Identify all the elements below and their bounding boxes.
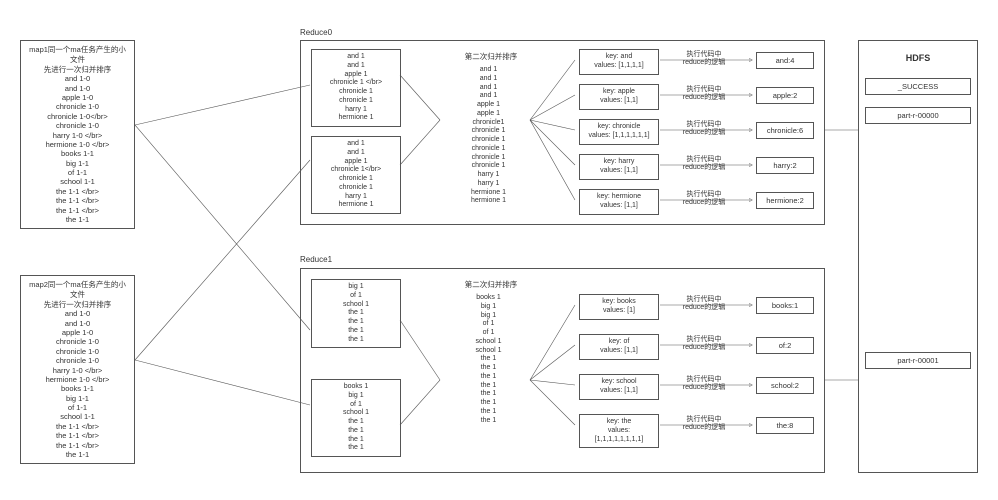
reduce0-merge-title: 第二次归并排序 [451, 51, 531, 62]
kv-box: key: andvalues: [1,1,1,1] [579, 49, 659, 75]
reduce1-label: Reduce1 [300, 255, 332, 264]
reduce1-input2: books 1big 1of 1school 1the 1the 1the 1t… [311, 379, 401, 457]
kv-box: key: harryvalues: [1,1] [579, 154, 659, 180]
reduce0-container: and 1and 1apple 1chronicle 1 </br>chroni… [300, 40, 825, 225]
result-box: books:1 [756, 297, 814, 314]
reduce0-input2: and 1and 1apple 1chronicle 1</br>chronic… [311, 136, 401, 214]
result-box: school:2 [756, 377, 814, 394]
reduce1-merged: books 1big 1big 1of 1of 1school 1school … [446, 291, 531, 428]
result-box: harry:2 [756, 157, 814, 174]
hdfs-title: HDFS [865, 53, 971, 63]
hdfs-success: _SUCCESS [865, 78, 971, 95]
map2-content: and 1-0and 1-0apple 1-0chronicle 1-0chro… [27, 309, 128, 459]
reduce0-input1: and 1and 1apple 1chronicle 1 </br>chroni… [311, 49, 401, 127]
kv-box: key: hermionevalues: [1,1] [579, 189, 659, 215]
hdfs-part0: part-r-00000 [865, 107, 971, 124]
exec-label: 执行代码中 reduce的逻辑 [674, 156, 734, 173]
map1-title: map1同一个ma任务产生的小文件 先进行一次归并排序 [27, 45, 128, 74]
reduce1-merge-title: 第二次归并排序 [451, 279, 531, 290]
result-box: and:4 [756, 52, 814, 69]
hdfs-part1: part-r-00001 [865, 352, 971, 369]
map2-box: map2同一个ma任务产生的小文件 先进行一次归并排序 and 1-0and 1… [20, 275, 135, 464]
map2-title: map2同一个ma任务产生的小文件 先进行一次归并排序 [27, 280, 128, 309]
exec-label: 执行代码中 reduce的逻辑 [674, 376, 734, 393]
reduce0-label: Reduce0 [300, 28, 332, 37]
exec-label: 执行代码中 reduce的逻辑 [674, 86, 734, 103]
result-box: hermione:2 [756, 192, 814, 209]
exec-label: 执行代码中 reduce的逻辑 [674, 191, 734, 208]
exec-label: 执行代码中 reduce的逻辑 [674, 296, 734, 313]
map1-content: and 1-0and 1-0apple 1-0chronicle 1-0chro… [27, 74, 128, 224]
result-box: the:8 [756, 417, 814, 434]
result-box: chronicle:6 [756, 122, 814, 139]
kv-box: key: ofvalues: [1,1] [579, 334, 659, 360]
hdfs-container: HDFS _SUCCESS part-r-00000 part-r-00001 [858, 40, 978, 473]
result-box: of:2 [756, 337, 814, 354]
exec-label: 执行代码中 reduce的逻辑 [674, 336, 734, 353]
exec-label: 执行代码中 reduce的逻辑 [674, 51, 734, 68]
reduce1-input1: big 1of 1school 1the 1the 1the 1the 1 [311, 279, 401, 348]
kv-box: key: chroniclevalues: [1,1,1,1,1,1] [579, 119, 659, 145]
map1-box: map1同一个ma任务产生的小文件 先进行一次归并排序 and 1-0and 1… [20, 40, 135, 229]
kv-box: key: thevalues: [1,1,1,1,1,1,1,1] [579, 414, 659, 448]
exec-label: 执行代码中 reduce的逻辑 [674, 416, 734, 433]
kv-box: key: booksvalues: [1] [579, 294, 659, 320]
reduce1-container: big 1of 1school 1the 1the 1the 1the 1 bo… [300, 268, 825, 473]
reduce0-merged: and 1and 1and 1and 1apple 1apple 1chroni… [446, 63, 531, 209]
exec-label: 执行代码中 reduce的逻辑 [674, 121, 734, 138]
result-box: apple:2 [756, 87, 814, 104]
kv-box: key: applevalues: [1,1] [579, 84, 659, 110]
kv-box: key: schoolvalues: [1,1] [579, 374, 659, 400]
